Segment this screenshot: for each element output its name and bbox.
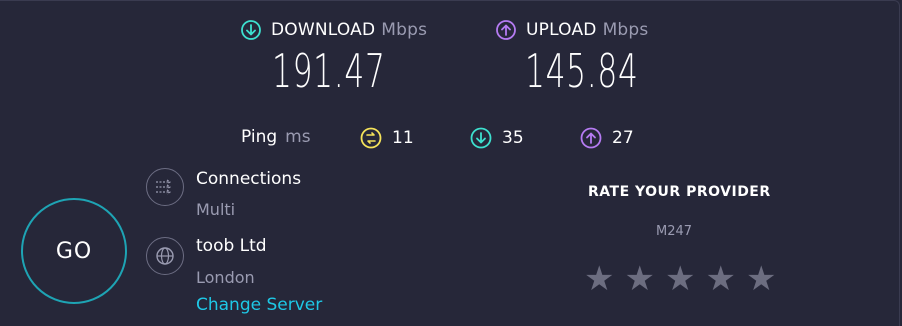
- ping-idle-icon: [360, 127, 382, 149]
- ping-row: Ping ms: [241, 127, 311, 147]
- isp-name: M247: [656, 224, 693, 239]
- connections-mode: Multi: [196, 200, 236, 219]
- ping-upload: 27: [580, 127, 634, 149]
- download-unit: Mbps: [381, 20, 428, 40]
- ping-upload-value: 27: [612, 128, 634, 148]
- connections-title: Connections: [196, 169, 302, 189]
- ping-idle: 11: [360, 127, 414, 149]
- download-speed-value: 191.47: [272, 44, 386, 98]
- ping-upload-icon: [580, 127, 602, 149]
- upload-arrow-icon: [496, 20, 516, 40]
- star-5[interactable]: ★: [746, 262, 776, 296]
- ping-unit: ms: [285, 127, 311, 147]
- ping-idle-value: 11: [392, 128, 414, 148]
- server-name: toob Ltd: [196, 236, 267, 256]
- download-label: DOWNLOAD: [271, 20, 376, 40]
- star-1[interactable]: ★: [584, 262, 614, 296]
- star-2[interactable]: ★: [624, 262, 654, 296]
- star-rating: ★ ★ ★ ★ ★: [584, 262, 776, 296]
- upload-unit: Mbps: [602, 20, 649, 40]
- upload-speed-value: 145.84: [525, 44, 639, 98]
- globe-icon: [146, 237, 184, 275]
- ping-download-icon: [470, 127, 492, 149]
- star-3[interactable]: ★: [665, 262, 695, 296]
- download-header: DOWNLOAD Mbps: [241, 20, 427, 40]
- star-4[interactable]: ★: [705, 262, 735, 296]
- server-location: London: [196, 268, 255, 287]
- download-arrow-icon: [241, 20, 261, 40]
- rate-provider-title: RATE YOUR PROVIDER: [588, 184, 771, 200]
- change-server-link[interactable]: Change Server: [196, 295, 322, 315]
- ping-download: 35: [470, 127, 524, 149]
- connections-icon: [146, 168, 184, 206]
- ping-download-value: 35: [502, 128, 524, 148]
- ping-label: Ping: [241, 127, 278, 147]
- upload-label: UPLOAD: [526, 20, 597, 40]
- upload-header: UPLOAD Mbps: [496, 20, 648, 40]
- go-button[interactable]: GO: [21, 198, 127, 304]
